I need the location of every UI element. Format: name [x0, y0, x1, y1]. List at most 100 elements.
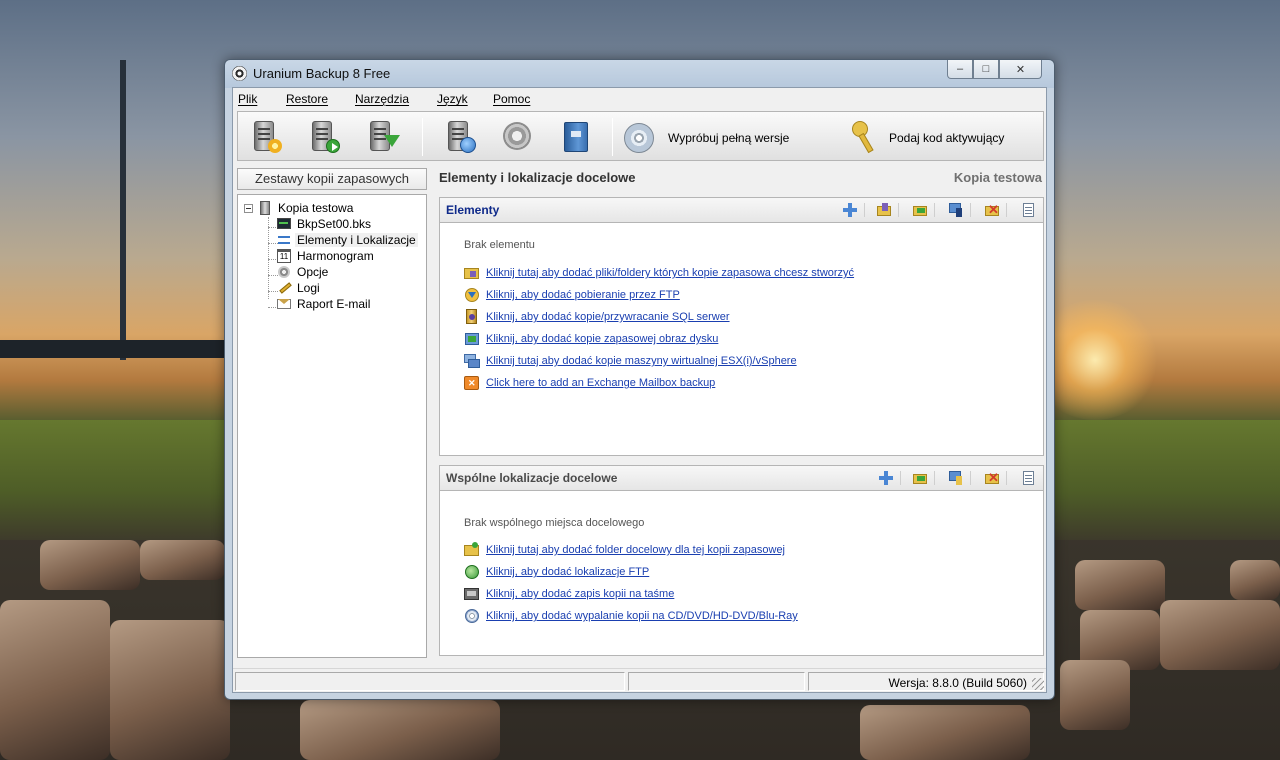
destinations-empty-note: Brak wspólnego miejsca docelowego	[464, 517, 645, 529]
key-icon	[852, 121, 878, 154]
wallpaper-rock	[300, 700, 500, 760]
server-icon	[258, 201, 272, 215]
add-esx-link[interactable]: Kliknij tutaj aby dodać kopie maszyny wi…	[486, 355, 797, 367]
add-folder-destination-link-row[interactable]: Kliknij tutaj aby dodać folder docelowy …	[464, 542, 785, 558]
pencil-icon	[277, 281, 292, 295]
delete-icon[interactable]: ✕	[984, 202, 1000, 218]
elements-section: Brak elementu Kliknij tutaj aby dodać pl…	[439, 222, 1044, 456]
add-disc-burn-link-row[interactable]: Kliknij, aby dodać wypalanie kopii na CD…	[464, 608, 798, 624]
wallpaper-bridge	[0, 340, 225, 358]
wallpaper-rock	[1060, 660, 1130, 730]
wallpaper-rock	[140, 540, 225, 580]
folder-files-icon	[464, 265, 480, 281]
restore-button[interactable]	[364, 119, 400, 155]
try-full-version-label[interactable]: Wypróbuj pełną wersje	[668, 131, 789, 145]
toolbar-separator	[422, 118, 423, 156]
gear-icon	[503, 122, 531, 150]
tree-item-harmonogram[interactable]: 11 Harmonogram	[277, 248, 376, 264]
add-disk-image-link[interactable]: Kliknij, aby dodać kopie zapasowej obraz…	[486, 333, 718, 345]
destinations-section-title: Wspólne lokalizacje docelowe	[446, 471, 618, 485]
elements-section-header: Elementy ✕	[439, 197, 1044, 222]
add-tape-link-row[interactable]: Kliknij, aby dodać zapis kopii na taśme	[464, 586, 674, 602]
add-ftp-download-link-row[interactable]: Kliknij, aby dodać pobieranie przez FTP	[464, 287, 680, 303]
add-files-link-row[interactable]: Kliknij tutaj aby dodać pliki/foldery kt…	[464, 265, 854, 281]
monitor-icon	[277, 217, 291, 231]
wallpaper-bridge-pylon	[120, 60, 126, 360]
minimize-button[interactable]: –	[947, 60, 973, 79]
menu-narzedzia[interactable]: Narzędzia	[355, 92, 409, 106]
folder-arrow-icon[interactable]	[912, 202, 928, 218]
activation-code-label[interactable]: Podaj kod aktywujący	[889, 131, 1004, 145]
try-full-version-button[interactable]	[624, 119, 658, 155]
activation-code-button[interactable]	[848, 119, 882, 155]
help-button[interactable]	[558, 119, 592, 155]
edit-folder-icon[interactable]	[876, 202, 892, 218]
window-title: Uranium Backup 8 Free	[253, 66, 391, 81]
add-icon[interactable]	[842, 202, 858, 218]
menu-pomoc[interactable]: Pomoc	[493, 92, 530, 106]
menu-restore[interactable]: Restore	[286, 92, 328, 106]
settings-button[interactable]	[500, 119, 534, 155]
restore-computer-icon[interactable]	[948, 202, 964, 218]
globe-icon	[460, 137, 476, 153]
add-tape-link[interactable]: Kliknij, aby dodać zapis kopii na taśme	[486, 588, 674, 600]
cd-icon	[624, 123, 654, 153]
radiation-icon	[232, 66, 247, 81]
folder-arrow-icon[interactable]	[912, 470, 928, 486]
status-pane-version: Wersja: 8.8.0 (Build 5060)	[808, 672, 1044, 691]
status-pane-middle	[628, 672, 805, 691]
play-icon	[326, 139, 340, 153]
add-files-link[interactable]: Kliknij tutaj aby dodać pliki/foldery kt…	[486, 267, 854, 279]
add-exchange-link[interactable]: Click here to add an Exchange Mailbox ba…	[486, 377, 715, 389]
folder-add-icon	[464, 542, 480, 558]
collapse-toggle-icon[interactable]	[244, 204, 253, 213]
add-disc-burn-link[interactable]: Kliknij, aby dodać wypalanie kopii na CD…	[486, 610, 798, 622]
backup-sets-header[interactable]: Zestawy kopii zapasowych	[237, 168, 427, 190]
network-button[interactable]	[442, 119, 476, 155]
elements-empty-note: Brak elementu	[464, 239, 535, 251]
destinations-section: Brak wspólnego miejsca docelowego Klikni…	[439, 490, 1044, 656]
disk-image-icon	[464, 331, 480, 347]
add-ftp-download-link[interactable]: Kliknij, aby dodać pobieranie przez FTP	[486, 289, 680, 301]
add-icon[interactable]	[878, 470, 894, 486]
ftp-download-icon	[464, 287, 480, 303]
add-folder-destination-link[interactable]: Kliknij tutaj aby dodać folder docelowy …	[486, 544, 785, 556]
elements-section-title: Elementy	[446, 203, 500, 217]
add-ftp-destination-link-row[interactable]: Kliknij, aby dodać lokalizacje FTP	[464, 564, 649, 580]
add-sql-link-row[interactable]: Kliknij, aby dodać kopie/przywracanie SQ…	[464, 309, 730, 325]
menu-jezyk[interactable]: Język	[437, 92, 468, 106]
destinations-section-header: Wspólne lokalizacje docelowe ✕	[439, 465, 1044, 490]
document-icon[interactable]	[1020, 202, 1036, 218]
title-bar[interactable]: Uranium Backup 8 Free – □ ✕	[225, 60, 1054, 87]
exchange-mailbox-icon: ✕	[464, 375, 480, 391]
resize-grip-icon[interactable]	[1032, 678, 1044, 690]
page-title: Elementy i lokalizacje docelowe	[439, 170, 636, 185]
tree-item-logi[interactable]: Logi	[277, 280, 322, 296]
tree-item-kopia-testowa[interactable]: Kopia testowa	[258, 200, 355, 216]
add-disk-image-link-row[interactable]: Kliknij, aby dodać kopie zapasowej obraz…	[464, 331, 718, 347]
close-button[interactable]: ✕	[999, 60, 1042, 79]
add-ftp-destination-link[interactable]: Kliknij, aby dodać lokalizacje FTP	[486, 566, 649, 578]
tree-item-opcje[interactable]: Opcje	[277, 264, 330, 280]
book-icon	[564, 122, 588, 152]
tree-item-raport-email[interactable]: Raport E-mail	[277, 296, 372, 312]
add-exchange-link-row[interactable]: ✕ Click here to add an Exchange Mailbox …	[464, 375, 715, 391]
virtual-machine-icon	[464, 353, 480, 369]
new-backup-button[interactable]	[248, 119, 282, 155]
backup-set-name: Kopia testowa	[953, 170, 1042, 185]
tree-item-bkpset[interactable]: BkpSet00.bks	[277, 216, 373, 232]
tape-icon	[464, 586, 480, 602]
menu-plik[interactable]: Plik	[238, 92, 257, 106]
disc-burn-icon	[464, 608, 480, 624]
delete-icon[interactable]: ✕	[984, 470, 1000, 486]
tree-item-elementy[interactable]: Elementy i Lokalizacje	[277, 232, 418, 248]
restore-computer-icon[interactable]	[948, 470, 964, 486]
wallpaper-rock	[1075, 560, 1165, 610]
add-esx-link-row[interactable]: Kliknij tutaj aby dodać kopie maszyny wi…	[464, 353, 797, 369]
document-icon[interactable]	[1020, 470, 1036, 486]
run-backup-button[interactable]	[306, 119, 340, 155]
add-sql-link[interactable]: Kliknij, aby dodać kopie/przywracanie SQ…	[486, 311, 730, 323]
wallpaper-rock	[1160, 600, 1280, 670]
menu-bar: Plik Restore Narzędzia Język Pomoc	[233, 88, 1046, 110]
maximize-button[interactable]: □	[973, 60, 999, 79]
